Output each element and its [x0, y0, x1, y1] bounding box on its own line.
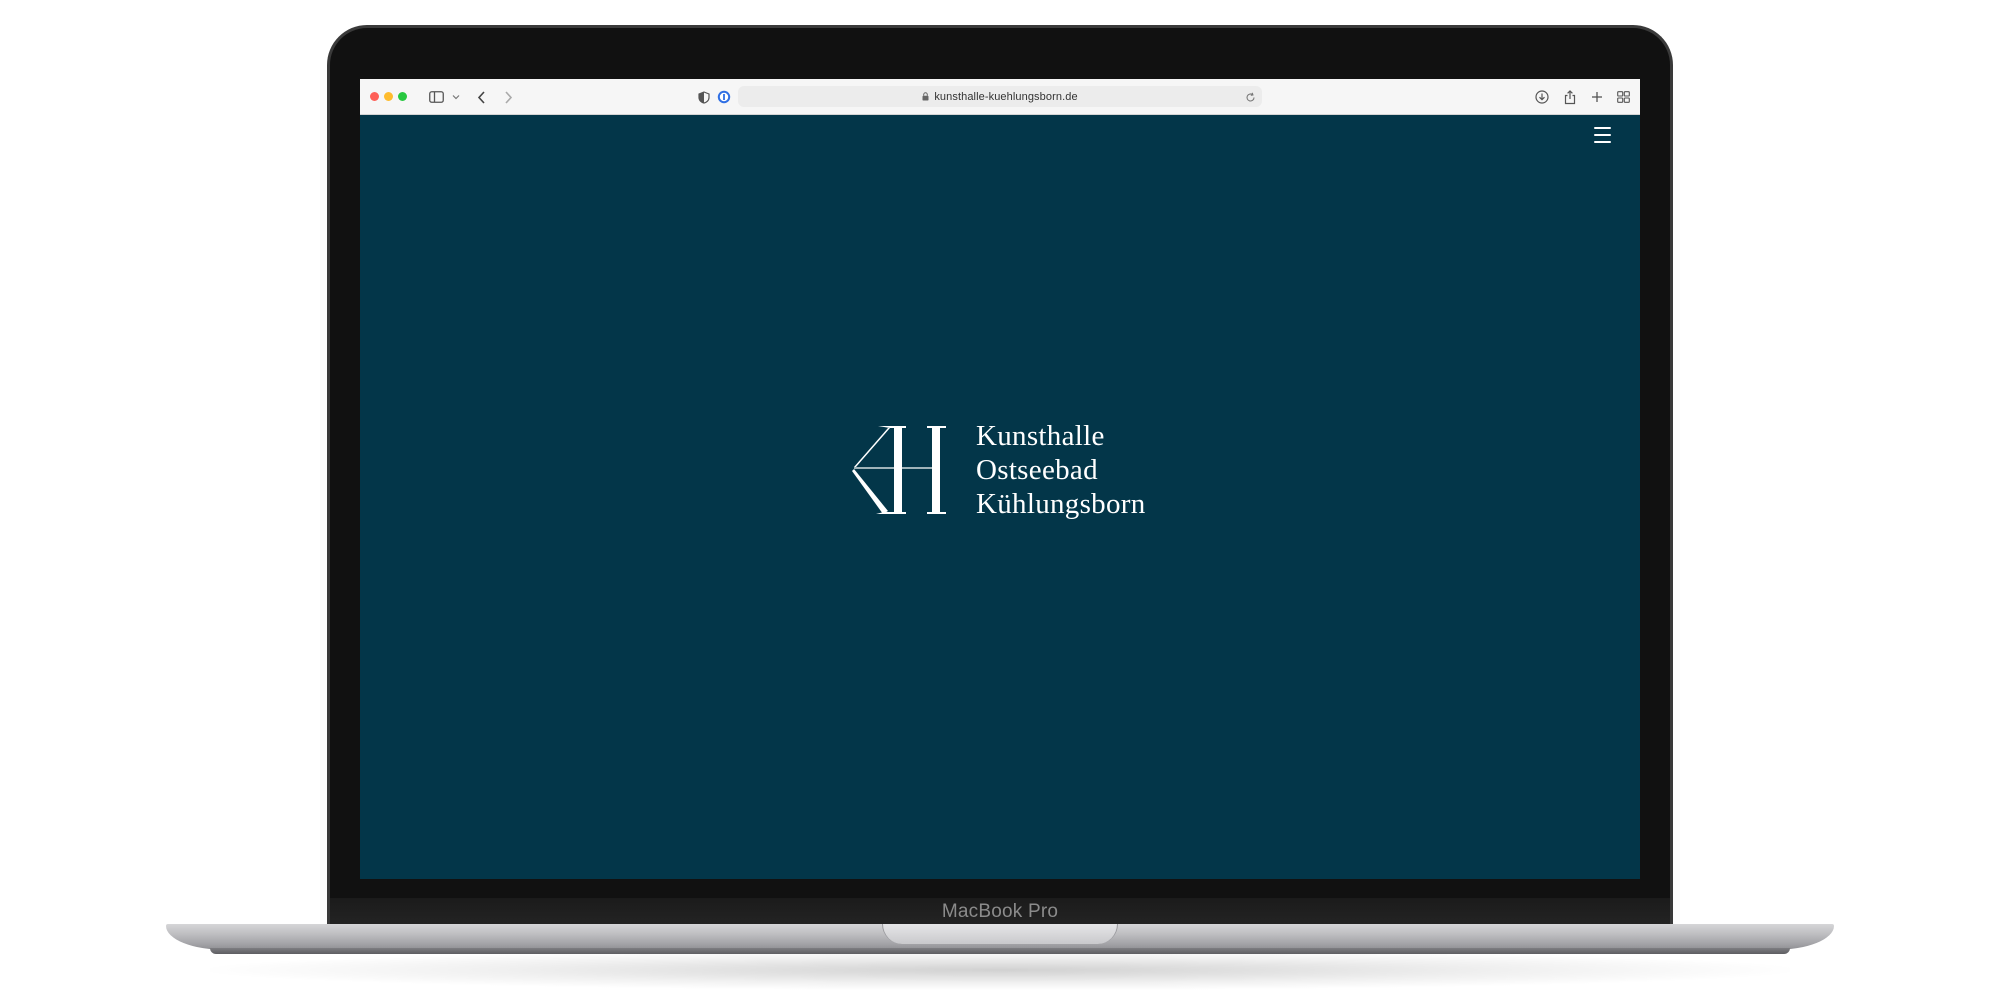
zoom-window-button[interactable] — [398, 92, 407, 101]
brand-line-kuehlungsborn: Kühlungsborn — [976, 488, 1146, 520]
brand-line-kunsthalle: Kunsthalle — [976, 420, 1105, 452]
menu-bar-middle — [1594, 134, 1611, 136]
browser-screen: kunsthalle-kuehlungsborn.de Kunsthalle O… — [360, 79, 1640, 879]
laptop-opening-notch — [882, 924, 1118, 944]
close-window-button[interactable] — [370, 92, 379, 101]
share-icon[interactable] — [1560, 87, 1580, 107]
minimize-window-button[interactable] — [384, 92, 393, 101]
reload-icon[interactable] — [1245, 90, 1256, 108]
menu-bar-top — [1594, 127, 1611, 129]
hamburger-menu-icon[interactable] — [1594, 127, 1614, 143]
download-icon[interactable] — [1532, 87, 1552, 107]
password-icon[interactable] — [714, 87, 734, 107]
site-logo[interactable]: Kunsthalle Ostseebad Kühlungsborn — [850, 420, 1170, 520]
device-label: MacBook Pro — [941, 901, 1059, 922]
browser-toolbar: kunsthalle-kuehlungsborn.de — [360, 79, 1640, 115]
address-bar[interactable]: kunsthalle-kuehlungsborn.de — [738, 86, 1262, 107]
new-tab-icon[interactable] — [1587, 87, 1607, 107]
laptop-shadow — [210, 950, 1790, 990]
laptop-base-edge — [210, 948, 1790, 954]
menu-bar-bottom — [1594, 141, 1611, 143]
lock-icon — [922, 92, 929, 101]
url-text: kunsthalle-kuehlungsborn.de — [934, 90, 1078, 103]
back-icon[interactable] — [471, 87, 491, 107]
sidebar-icon[interactable] — [426, 87, 446, 107]
forward-icon[interactable] — [498, 87, 518, 107]
shield-icon[interactable] — [694, 87, 714, 107]
kh-monogram-icon — [852, 426, 946, 514]
tab-overview-icon[interactable] — [1613, 87, 1633, 107]
brand-wordmark: Kunsthalle Ostseebad Kühlungsborn — [976, 419, 1146, 521]
brand-line-ostseebad: Ostseebad — [976, 454, 1098, 486]
chevron-down-icon[interactable] — [446, 87, 466, 107]
